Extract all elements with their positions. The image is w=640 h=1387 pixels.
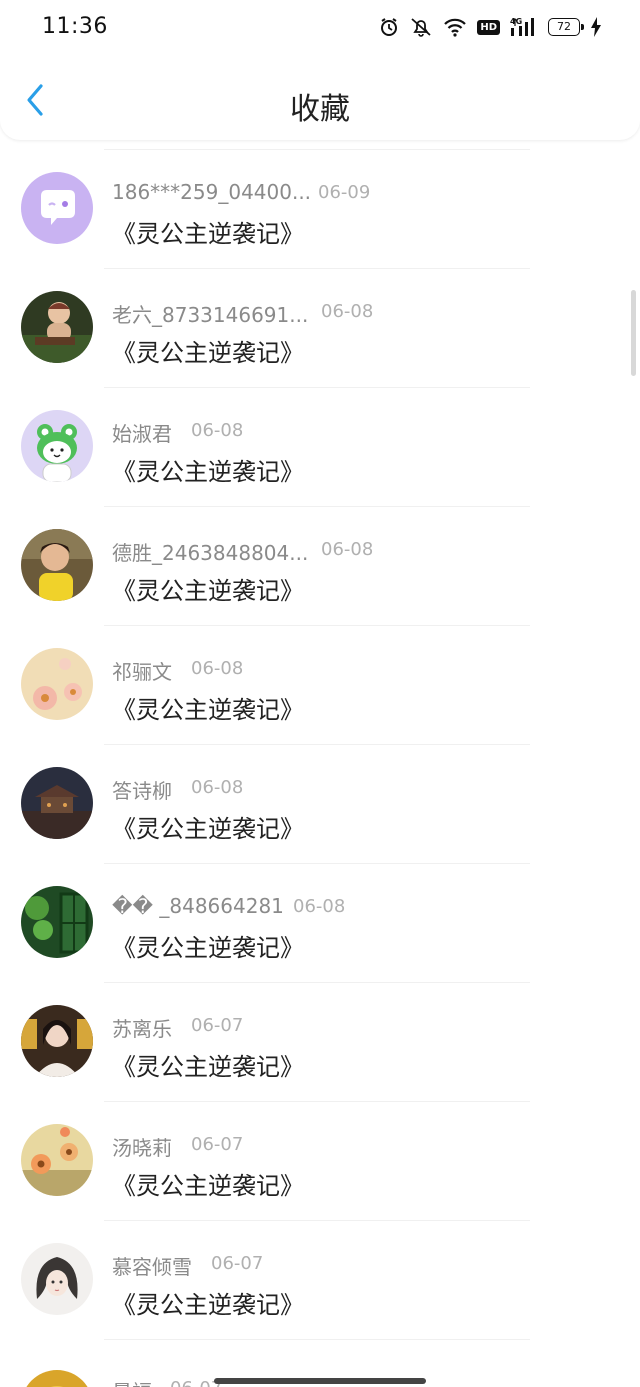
item-date: 06-08 <box>191 658 244 679</box>
green-window-avatar <box>21 886 93 958</box>
favorites-list: 186***259_04400... 06-09 《灵公主逆袭记》 老六_873… <box>0 140 640 1340</box>
child-photo-avatar <box>21 529 93 601</box>
item-book-title: 《灵公主逆袭记》 <box>112 1053 304 1081</box>
item-date: 06-08 <box>321 301 374 322</box>
item-date: 06-08 <box>191 420 244 441</box>
item-book-title: 《灵公主逆袭记》 <box>112 458 304 486</box>
item-date: 06-08 <box>293 896 346 917</box>
item-username: 答诗柳 <box>112 779 172 803</box>
item-username: �� _848664281 <box>112 894 284 918</box>
home-indicator[interactable] <box>214 1378 426 1384</box>
charging-icon <box>590 17 602 37</box>
list-item[interactable]: 汤晓莉 06-07 《灵公主逆袭记》 <box>0 1102 640 1221</box>
svg-text:4G: 4G <box>510 17 522 26</box>
daisy-flowers-avatar <box>21 1124 93 1196</box>
palace-night-avatar <box>21 767 93 839</box>
status-bar: 11:36 HD 4G 72 <box>0 0 640 56</box>
item-book-title: 《灵公主逆袭记》 <box>112 934 304 962</box>
baby-photo-avatar <box>21 291 93 363</box>
item-username: 老六_8733146691... <box>112 303 309 327</box>
item-username: 186***259_04400... <box>112 180 312 204</box>
list-item[interactable]: 苏离乐 06-07 《灵公主逆袭记》 <box>0 983 640 1102</box>
item-date: 06-09 <box>318 182 371 203</box>
alarm-icon <box>379 17 399 37</box>
signal-icon: 4G <box>510 16 538 38</box>
list-item[interactable]: 慕容倾雪 06-07 《灵公主逆袭记》 <box>0 1221 640 1340</box>
item-date: 06-08 <box>191 777 244 798</box>
item-book-title: 《灵公主逆袭记》 <box>112 1172 304 1200</box>
item-date: 06-07 <box>211 1253 264 1274</box>
item-username: 始淑君 <box>112 422 172 446</box>
list-item[interactable]: 186***259_04400... 06-09 《灵公主逆袭记》 <box>0 150 640 269</box>
item-book-title: 《灵公主逆袭记》 <box>112 815 304 843</box>
item-book-title: 《灵公主逆袭记》 <box>112 339 304 367</box>
list-item[interactable]: 老六_8733146691... 06-08 《灵公主逆袭记》 <box>0 269 640 388</box>
item-username: 慕容倾雪 <box>112 1255 192 1279</box>
gold-avatar <box>21 1370 93 1387</box>
wifi-icon <box>443 17 467 37</box>
sketch-girl-avatar <box>21 1243 93 1315</box>
item-book-title: 《灵公主逆袭记》 <box>112 577 304 605</box>
item-book-title: 《灵公主逆袭记》 <box>112 1291 304 1319</box>
item-username: 德胜_2463848804... <box>112 541 309 565</box>
list-item[interactable]: 始淑君 06-08 《灵公主逆袭记》 <box>0 388 640 507</box>
list-item[interactable]: �� _848664281 06-08 《灵公主逆袭记》 <box>0 864 640 983</box>
nav-header: 收藏 <box>0 56 640 140</box>
status-icons: HD 4G 72 <box>379 16 602 38</box>
chat-bubble-avatar <box>21 172 93 244</box>
list-item[interactable]: 祁骊文 06-08 《灵公主逆袭记》 <box>0 626 640 745</box>
item-username: 景福 <box>112 1376 152 1387</box>
item-username: 汤晓莉 <box>112 1136 172 1160</box>
item-book-title: 《灵公主逆袭记》 <box>112 696 304 724</box>
item-date: 06-07 <box>191 1015 244 1036</box>
item-book-title: 《灵公主逆袭记》 <box>112 220 304 248</box>
scrollbar[interactable] <box>631 290 636 376</box>
battery-icon: 72 <box>548 18 584 36</box>
page-title: 收藏 <box>290 92 350 127</box>
item-date: 06-08 <box>321 539 374 560</box>
hd-icon: HD <box>477 19 500 35</box>
mute-icon <box>409 17 433 37</box>
costume-woman-avatar <box>21 1005 93 1077</box>
item-username: 苏离乐 <box>112 1017 172 1041</box>
list-item[interactable]: 德胜_2463848804... 06-08 《灵公主逆袭记》 <box>0 507 640 626</box>
flowers-avatar <box>21 648 93 720</box>
list-item[interactable]: 答诗柳 06-08 《灵公主逆袭记》 <box>0 745 640 864</box>
frog-cartoon-avatar <box>21 410 93 482</box>
item-username: 祁骊文 <box>112 660 172 684</box>
status-time: 11:36 <box>42 14 108 39</box>
item-date: 06-07 <box>191 1134 244 1155</box>
